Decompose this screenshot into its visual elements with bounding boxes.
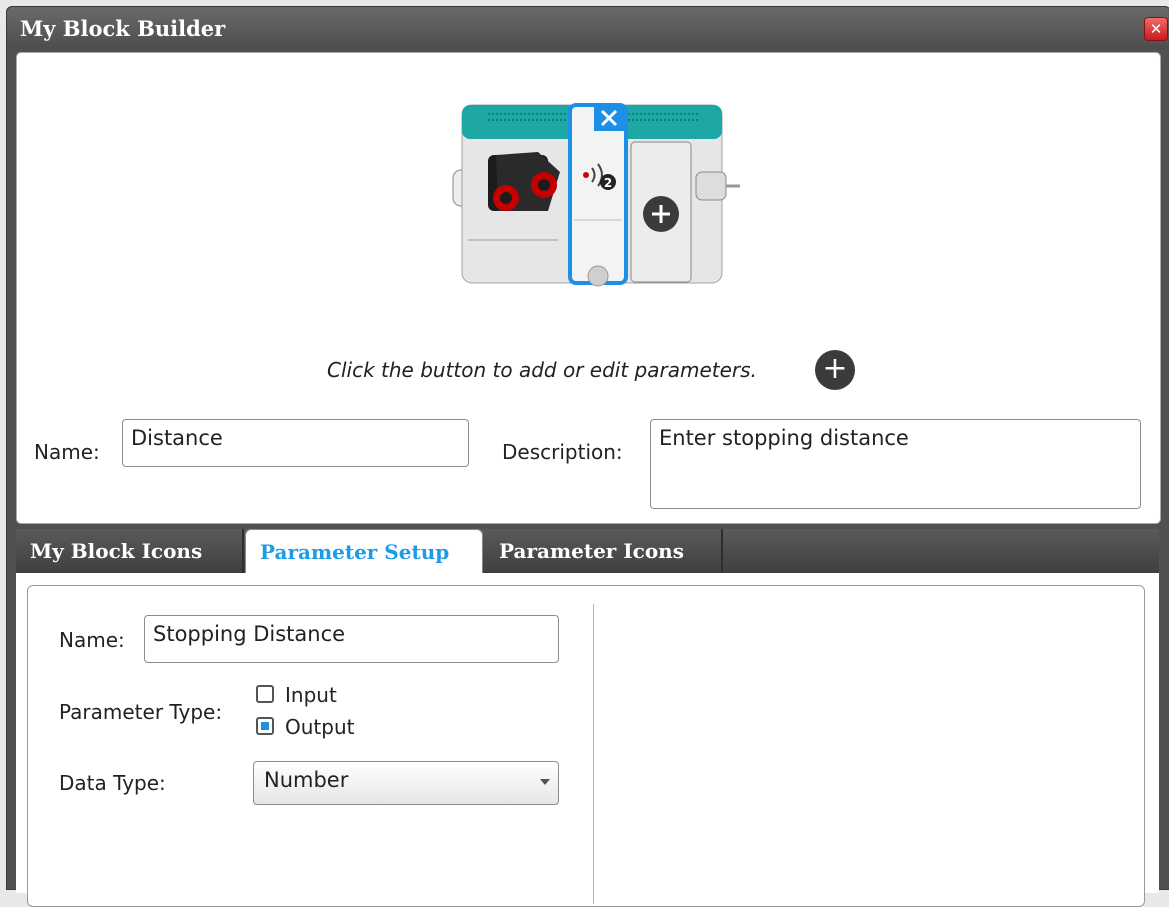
add-parameter-button[interactable]: + xyxy=(815,350,855,390)
tab-parameter-icons[interactable]: Parameter Icons xyxy=(485,529,723,574)
data-type-label: Data Type: xyxy=(59,771,166,795)
output-option-label: Output xyxy=(285,715,355,739)
description-label: Description: xyxy=(502,440,623,464)
input-checkbox[interactable] xyxy=(256,685,274,703)
tab-my-block-icons[interactable]: My Block Icons xyxy=(16,529,244,574)
block-name-field[interactable]: Distance xyxy=(122,419,469,467)
data-type-value: Number xyxy=(264,768,349,792)
window-title: My Block Builder xyxy=(20,16,226,41)
output-parameter-slot[interactable]: 2 xyxy=(568,103,628,287)
output-checkbox[interactable] xyxy=(256,717,274,735)
parameter-name-label: Name: xyxy=(59,628,125,652)
add-parameter-slot[interactable] xyxy=(630,141,692,283)
my-block-preview: 2 xyxy=(452,103,740,287)
param-badge: 2 xyxy=(604,176,612,190)
parameter-setup-frame: Name: Stopping Distance Parameter Type: … xyxy=(27,585,1145,907)
tab-parameter-setup[interactable]: Parameter Setup xyxy=(245,529,483,574)
block-preview-panel: 2 Click the button to add or edit parame… xyxy=(16,52,1161,524)
title-bar: My Block Builder ✕ xyxy=(7,7,1169,49)
data-type-select[interactable]: Number xyxy=(253,761,559,805)
parameter-setup-panel: Name: Stopping Distance Parameter Type: … xyxy=(16,573,1159,907)
dropdown-arrow-icon xyxy=(540,779,550,785)
add-parameter-hint: Click the button to add or edit paramete… xyxy=(327,358,757,382)
tab-strip: My Block Icons Parameter Setup Parameter… xyxy=(16,529,1159,574)
my-block-builder-window: My Block Builder ✕ 2 Click the button to… xyxy=(6,6,1169,907)
close-icon[interactable]: ✕ xyxy=(1144,17,1168,41)
output-connector xyxy=(695,171,727,201)
parameter-name-field[interactable]: Stopping Distance xyxy=(144,615,559,663)
input-option-label: Input xyxy=(285,683,337,707)
parameter-type-label: Parameter Type: xyxy=(59,700,223,724)
panel-divider xyxy=(593,604,594,904)
description-field[interactable]: Enter stopping distance xyxy=(650,419,1141,509)
block-name-label: Name: xyxy=(34,440,100,464)
